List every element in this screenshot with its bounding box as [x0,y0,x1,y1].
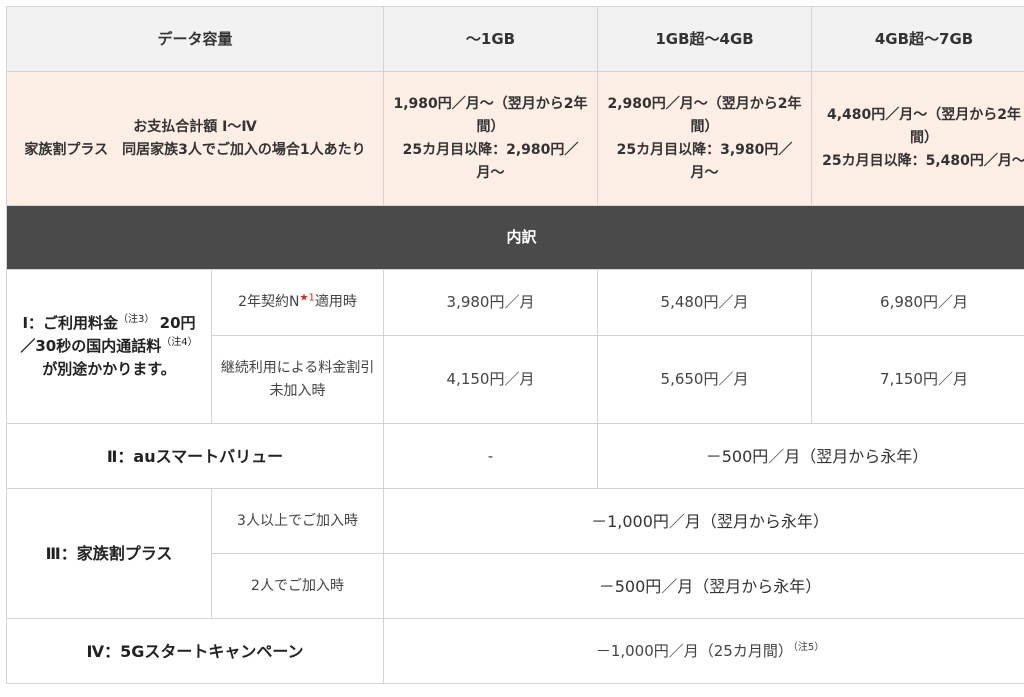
total-label: お支払合計額 Ⅰ〜Ⅳ 家族割プラス 同居家族3人でご加入の場合1人あたり [5,71,385,206]
campaign-discount-text: －1,000円／月（25カ月間） [595,641,793,660]
smart-value-label: Ⅱ：auスマートバリュー [5,423,385,489]
total-value-1gb-line2: 25カ月目以降：2,980円／月〜 [402,141,579,181]
smart-value-row: Ⅱ：auスマートバリュー - －500円／月（翌月から永年） [5,423,1024,489]
usage-sub-nodiscount-label: 継続利用による料金割引未加入時 [210,335,385,424]
campaign-row: Ⅳ：5Gスタートキャンペーン －1,000円／月（25カ月間）（注5） [5,618,1024,684]
usage-row-2yr: Ⅰ：ご利用料金（注3） 20円／30秒の国内通話料（注4）が別途かかります。 2… [6,269,1024,424]
total-value-7gb: 4,480円／月〜（翌月から2年間） 25カ月目以降：5,480円／月〜 [811,71,1024,206]
campaign-discount: －1,000円／月（25カ月間）（注5） [383,618,1024,684]
usage-fee-label: Ⅰ：ご利用料金（注3） 20円／30秒の国内通話料（注4）が別途かかります。 [6,269,212,424]
family-sub-3plus-label: 3人以上でご加入時 [210,488,385,554]
usage-sub-2yr-text: 2年契約N [238,294,300,310]
family-sub-2-label: 2人でご加入時 [210,553,385,619]
family-2-discount: －500円／月（翌月から永年） [383,553,1024,619]
total-row: お支払合計額 Ⅰ〜Ⅳ 家族割プラス 同居家族3人でご加入の場合1人あたり 1,9… [5,71,1024,206]
usage-2yr-1gb: 3,980円／月 [383,269,599,336]
smart-value-1gb: - [383,423,599,489]
price-table: データ容量 〜1GB 1GB超〜4GB 4GB超〜7GB お支払合計額 Ⅰ〜Ⅳ … [5,6,1024,684]
usage-fee-note: （注3） [118,314,155,325]
header-row: データ容量 〜1GB 1GB超〜4GB 4GB超〜7GB [5,6,1024,72]
total-label-line1: お支払合計額 Ⅰ〜Ⅳ [133,118,257,135]
plan-header-7gb: 4GB超〜7GB [811,6,1024,72]
total-value-7gb-line1: 4,480円／月〜（翌月から2年間） [827,107,1022,146]
total-label-line2: 家族割プラス 同居家族3人でご加入の場合1人あたり [24,141,366,158]
usage-nodiscount-7gb: 7,150円／月 [811,335,1024,424]
family-row-3plus: Ⅲ：家族割プラス 3人以上でご加入時 －1,000円／月（翌月から永年） [6,488,1024,619]
usage-2yr-4gb: 5,480円／月 [597,269,813,336]
usage-nodiscount-1gb: 4,150円／月 [383,335,599,424]
family-3plus-discount: －1,000円／月（翌月から永年） [383,488,1024,554]
total-value-4gb-line1: 2,980円／月〜（翌月から2年間） [607,95,802,135]
total-value-7gb-line2: 25カ月目以降：5,480円／月〜 [822,153,1024,169]
family-discount-label: Ⅲ：家族割プラス [6,488,212,619]
plan-header-4gb: 1GB超〜4GB [597,6,813,72]
star-mark-icon: ★1 [299,292,315,304]
call-fee-note: （注4） [161,337,198,348]
smart-value-discount: －500円／月（翌月から永年） [597,423,1024,489]
usage-fee-title: Ⅰ：ご利用料金 [22,314,119,332]
campaign-label: Ⅳ：5Gスタートキャンペーン [5,618,385,684]
total-value-4gb-line2: 25カ月目以降：3,980円／月〜 [616,141,793,181]
campaign-note: （注5） [792,641,825,653]
data-capacity-header: データ容量 [5,6,385,72]
breakdown-section-row: 内訳 [5,205,1024,270]
plan-header-1gb: 〜1GB [383,6,599,72]
breakdown-heading: 内訳 [5,205,1024,270]
total-value-4gb: 2,980円／月〜（翌月から2年間） 25カ月目以降：3,980円／月〜 [597,71,813,206]
total-value-1gb-line1: 1,980円／月〜（翌月から2年間） [393,95,588,135]
usage-sub-2yr-label: 2年契約N★1適用時 [210,269,385,336]
usage-2yr-7gb: 6,980円／月 [811,269,1024,336]
total-value-1gb: 1,980円／月〜（翌月から2年間） 25カ月目以降：2,980円／月〜 [383,71,599,206]
call-fee-tail: が別途かかります。 [42,360,176,378]
usage-sub-2yr-tail: 適用時 [314,294,357,310]
usage-nodiscount-4gb: 5,650円／月 [597,335,813,424]
